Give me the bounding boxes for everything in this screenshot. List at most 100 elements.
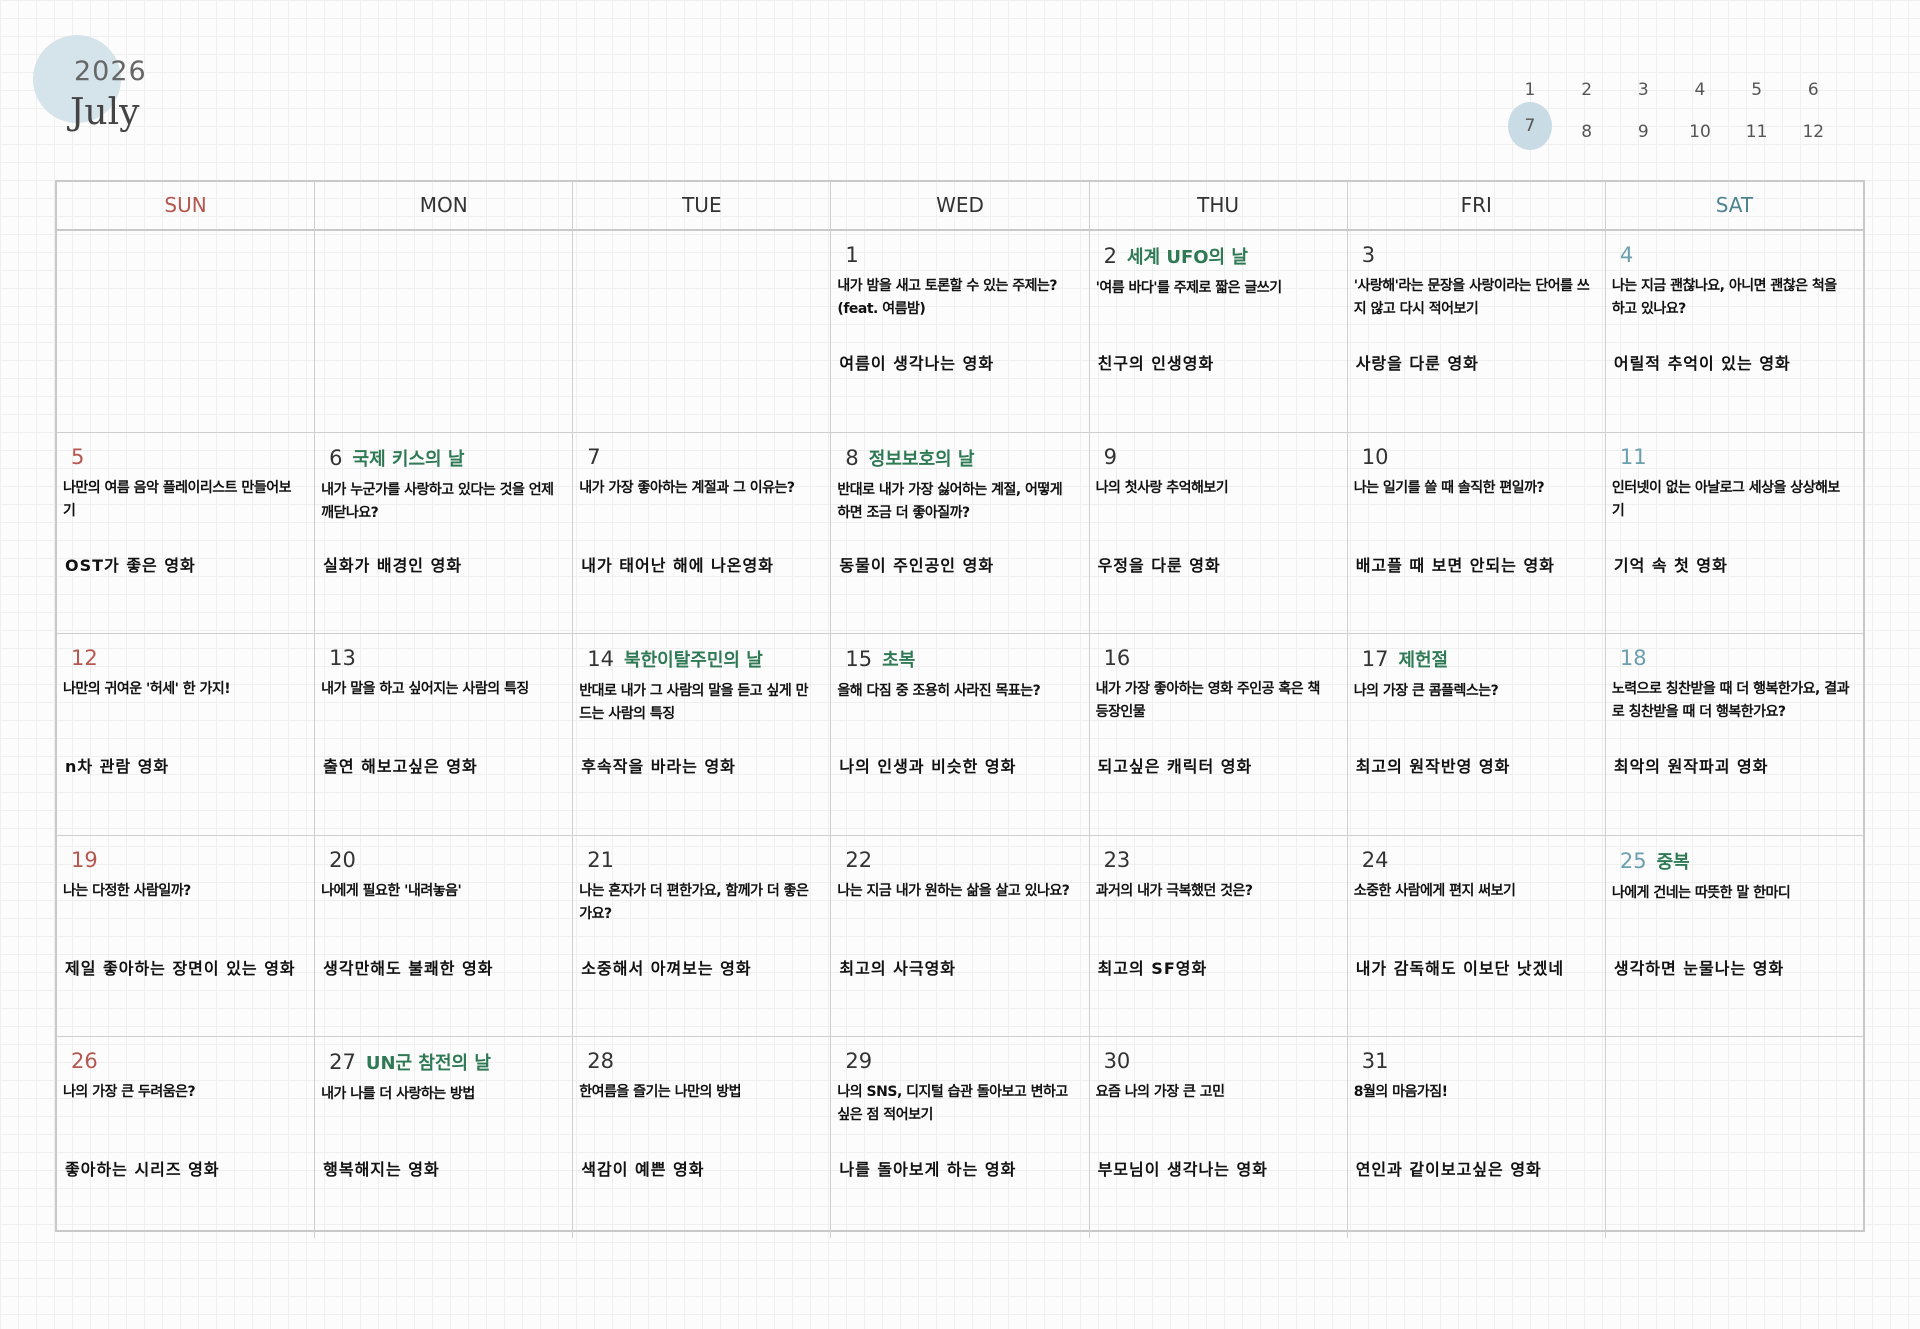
day-cell[interactable]: 31 8월의 마음가짐! 연인과 같이보고싶은 영화 — [1348, 1037, 1606, 1238]
day-number: 23 — [1103, 847, 1131, 872]
day-cell[interactable]: 4 나는 지금 괜찮나요, 아니면 괜찮은 척을 하고 있나요? 어릴적 추억이 있… — [1606, 231, 1863, 432]
movie-prompt: 생각만해도 불쾌한 영화 — [323, 958, 494, 978]
day-number: 21 — [587, 847, 615, 872]
day-header: 20 — [329, 848, 558, 872]
day-cell[interactable]: 12 나만의 귀여운 '허세' 한 가지! n차 관람 영화 — [57, 634, 316, 835]
month-nav-item[interactable]: 2 — [1565, 66, 1609, 114]
day-number: 17 — [1361, 647, 1389, 672]
holiday-label: 초복 — [882, 650, 916, 672]
month-nav-item[interactable]: 11 — [1735, 108, 1779, 156]
daily-question: 나의 가장 큰 두려움은? — [63, 1084, 196, 1101]
day-cell[interactable]: 23 과거의 내가 극복했던 것은? 최고의 SF영화 — [1090, 835, 1348, 1037]
day-cell[interactable]: 6 국제 키스의 날 내가 누군가를 사랑하고 있다는 것을 언제 깨닫나요? 실화가… — [315, 432, 574, 634]
day-cell[interactable]: 3 '사랑해'라는 문장을 사랑이라는 단어를 쓰지 않고 다시 적어보기 사랑을 … — [1348, 231, 1606, 432]
month-title: July — [70, 92, 140, 133]
day-cell[interactable]: 1 내가 밤을 새고 토론할 수 있는 주제는?(feat. 여름밤) 여름이 생각… — [831, 231, 1090, 432]
daily-question: 나만의 귀여운 '허세' 한 가지! — [63, 681, 231, 698]
calendar-weeks: 1 내가 밤을 새고 토론할 수 있는 주제는?(feat. 여름밤) 여름이 생각… — [57, 231, 1863, 1238]
month-nav-item[interactable]: 10 — [1678, 108, 1722, 156]
day-cell[interactable]: 10 나는 일기를 쓸 때 솔직한 편일까? 배고플 때 보면 안되는 영화 — [1348, 432, 1606, 634]
day-cell[interactable] — [1606, 1037, 1863, 1238]
day-cell[interactable]: 13 내가 말을 하고 싶어지는 사람의 특징 출연 해보고싶은 영화 — [315, 634, 574, 835]
day-cell[interactable]: 11 인터넷이 없는 아날로그 세상을 상상해보기 기억 속 첫 영화 — [1606, 433, 1863, 634]
movie-prompt: 기억 속 첫 영화 — [1613, 555, 1728, 575]
day-cell[interactable]: 5 나만의 여름 음악 플레이리스트 만들어보기 OST가 좋은 영화 — [57, 432, 316, 634]
day-number: 29 — [845, 1049, 873, 1074]
daily-question: 반대로 내가 그 사람의 말을 듣고 싶게 만드는 사람의 특징 — [579, 683, 808, 723]
weekday-label: THU — [1090, 182, 1348, 229]
movie-prompt: 여름이 생각나는 영화 — [839, 354, 995, 373]
weekday-label: SAT — [1715, 193, 1754, 217]
movie-prompt: 친구의 인생영화 — [1097, 354, 1215, 373]
weekday-label: SUN — [57, 182, 316, 229]
movie-prompt: 나를 돌아보게 하는 영화 — [839, 1160, 1017, 1180]
day-header: 28 — [587, 1049, 816, 1073]
day-cell[interactable]: 26 나의 가장 큰 두려움은? 좋아하는 시리즈 영화 — [57, 1037, 316, 1238]
day-header: 9 — [1104, 445, 1333, 469]
day-cell[interactable]: 19 나는 다정한 사람일까? 제일 좋아하는 장면이 있는 영화 — [57, 835, 316, 1037]
day-header: 1 — [845, 243, 1074, 267]
day-cell[interactable]: 28 한여름을 즐기는 나만의 방법 색감이 예쁜 영화 — [573, 1037, 832, 1238]
day-cell[interactable]: 16 내가 가장 좋아하는 영화 주인공 혹은 책 등장인물 되고싶은 캐릭터 영화 — [1090, 634, 1348, 835]
day-cell[interactable]: 17 제헌절 나의 가장 큰 콤플렉스는? 최고의 원작반영 영화 — [1348, 634, 1606, 835]
month-nav-item[interactable]: 4 — [1678, 66, 1722, 114]
movie-prompt: 사랑을 다룬 영화 — [1355, 354, 1479, 373]
daily-question: 소중한 사람에게 편지 써보기 — [1353, 882, 1516, 899]
day-header: 4 — [1620, 243, 1849, 267]
day-cell[interactable]: 8 정보보호의 날 반대로 내가 가장 싫어하는 계절, 어떻게 하면 조금 더 좋… — [831, 432, 1090, 634]
year-label: 2026 — [74, 56, 147, 87]
day-cell[interactable] — [573, 231, 832, 432]
day-cell[interactable]: 2 세계 UFO의 날 '여름 바다'를 주제로 짧은 글쓰기 친구의 인생영화 — [1090, 231, 1348, 432]
movie-prompt: 실화가 배경인 영화 — [323, 555, 463, 575]
month-nav-item[interactable]: 12 — [1791, 108, 1835, 156]
day-cell[interactable]: 7 내가 가장 좋아하는 계절과 그 이유는? 내가 태어난 해에 나온영화 — [573, 432, 832, 634]
day-cell[interactable]: 18 노력으로 칭찬받을 때 더 행복한가요, 결과로 칭찬받을 때 더 행복한가… — [1606, 634, 1863, 835]
day-cell[interactable]: 27 UN군 참전의 날 내가 나를 더 사랑하는 방법 행복해지는 영화 — [315, 1037, 574, 1238]
day-cell[interactable]: 24 소중한 사람에게 편지 써보기 내가 감독해도 이보단 낫겠네 — [1348, 835, 1606, 1037]
day-cell[interactable]: 25 중복 나에게 건네는 따뜻한 말 한마디 생각하면 눈물나는 영화 — [1606, 836, 1863, 1037]
movie-prompt: 내가 태어난 해에 나온영화 — [581, 555, 774, 575]
month-nav-item[interactable]: 5 — [1735, 66, 1779, 114]
day-header: 22 — [845, 848, 1074, 872]
daily-question: 한여름을 즐기는 나만의 방법 — [579, 1084, 741, 1101]
day-header: 13 — [329, 646, 558, 670]
day-number: 20 — [329, 847, 356, 872]
day-header: 24 — [1362, 848, 1591, 872]
day-cell[interactable]: 14 북한이탈주민의 날 반대로 내가 그 사람의 말을 듣고 싶게 만드는 사람의… — [573, 634, 832, 835]
daily-question: '여름 바다'를 주제로 짧은 글쓰기 — [1095, 280, 1283, 296]
day-cell[interactable] — [315, 231, 574, 432]
daily-question: 나만의 여름 음악 플레이리스트 만들어보기 — [63, 479, 291, 519]
daily-question: 노력으로 칭찬받을 때 더 행복한가요, 결과로 칭찬받을 때 더 행복한가요? — [1611, 681, 1850, 721]
day-cell[interactable]: 9 나의 첫사랑 추억해보기 우정을 다룬 영화 — [1090, 432, 1348, 634]
day-cell[interactable]: 20 나에게 필요한 '내려놓음' 생각만해도 불쾌한 영화 — [315, 835, 574, 1037]
daily-question: 내가 누군가를 사랑하고 있다는 것을 언제 깨닫나요? — [321, 481, 554, 521]
month-nav-item[interactable]: 9 — [1621, 108, 1665, 156]
movie-prompt: OST가 좋은 영화 — [65, 555, 196, 575]
calendar-week-row: 1 내가 밤을 새고 토론할 수 있는 주제는?(feat. 여름밤) 여름이 생각… — [57, 231, 1863, 433]
daily-question: 8월의 마음가짐! — [1353, 1084, 1448, 1101]
month-nav-item[interactable]: 7 — [1508, 102, 1552, 150]
day-cell[interactable]: 30 요즘 나의 가장 큰 고민 부모님이 생각나는 영화 — [1090, 1037, 1348, 1238]
day-number: 15 — [845, 647, 873, 672]
day-cell[interactable]: 22 나는 지금 내가 원하는 삶을 살고 있나요? 최고의 사극영화 — [831, 835, 1090, 1037]
month-nav-item[interactable]: 8 — [1565, 108, 1609, 156]
month-nav-item[interactable]: 3 — [1621, 66, 1665, 114]
movie-prompt: 우정을 다룬 영화 — [1097, 555, 1221, 575]
weekday-label: FRI — [1348, 182, 1606, 229]
daily-question: 나는 일기를 쓸 때 솔직한 편일까? — [1353, 479, 1545, 496]
day-header: 17 제헌절 — [1362, 646, 1591, 672]
day-cell[interactable]: 29 나의 SNS, 디지털 습관 돌아보고 변하고 싶은 점 적어보기 나를 돌아… — [831, 1037, 1090, 1238]
day-cell[interactable]: 15 초복 올해 다짐 중 조용히 사라진 목표는? 나의 인생과 비슷한 영화 — [831, 634, 1090, 835]
movie-prompt: 최악의 원작파괴 영화 — [1613, 757, 1769, 777]
day-header: 29 — [845, 1049, 1074, 1073]
day-number: 31 — [1361, 1049, 1389, 1074]
month-nav-row: 7 8 9 10 11 12 — [1508, 102, 1848, 150]
day-number: 8 — [845, 445, 859, 470]
month-nav-item[interactable]: 6 — [1791, 66, 1835, 114]
movie-prompt: 어릴적 추억이 있는 영화 — [1613, 354, 1791, 373]
daily-question: 나는 지금 괜찮나요, 아니면 괜찮은 척을 하고 있나요? — [1611, 278, 1837, 317]
movie-prompt: 행복해지는 영화 — [323, 1160, 440, 1180]
day-number: 28 — [587, 1049, 615, 1074]
day-cell[interactable]: 21 나는 혼자가 더 편한가요, 함께가 더 좋은가요? 소중해서 아껴보는 영화 — [573, 835, 832, 1037]
day-cell[interactable] — [57, 231, 316, 432]
